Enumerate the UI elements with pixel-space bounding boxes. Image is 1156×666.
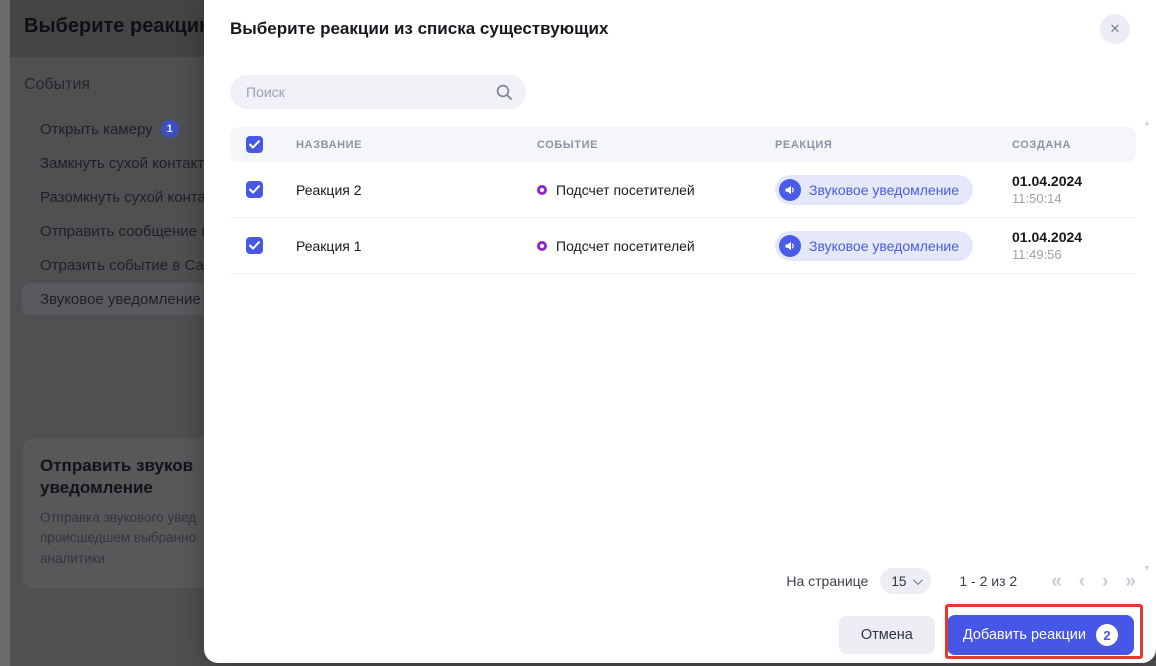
select-reactions-modal: Выберите реакции из списка существующих … <box>204 0 1156 663</box>
search-icon <box>495 83 513 101</box>
events-sidebar: Открыть камеру 1 Замкнуть сухой контакт … <box>0 112 204 316</box>
speaker-icon <box>779 235 801 257</box>
add-reactions-button[interactable]: Добавить реакции 2 <box>947 615 1134 655</box>
event-label: Подсчет посетителей <box>556 182 695 198</box>
close-icon: ✕ <box>1110 21 1121 37</box>
table-body: Реакция 2 Подсчет посетителей Звуковое у… <box>230 162 1136 274</box>
sidebar-item-label: Звуковое уведомление <box>40 291 201 308</box>
reaction-name: Реакция 2 <box>296 182 537 198</box>
search-input[interactable] <box>230 75 526 109</box>
event-circle-icon <box>537 185 547 195</box>
sidebar-item-close-dry-contact[interactable]: Замкнуть сухой контакт <box>0 146 204 180</box>
background-page-title: Выберите реакцию <box>24 15 204 38</box>
card-desc-line3: аналитики <box>40 549 204 569</box>
modal-title: Выберите реакции из списка существующих <box>230 0 608 57</box>
created-cell: 01.04.2024 11:50:14 <box>1012 173 1136 206</box>
close-button[interactable]: ✕ <box>1100 14 1130 44</box>
check-icon <box>249 241 260 250</box>
reaction-cell: Звуковое уведомление <box>775 175 1012 205</box>
last-page-icon[interactable]: » <box>1125 572 1136 591</box>
background-page: Выберите реакцию События Открыть камеру … <box>0 0 204 666</box>
pagination-bar: На странице 15 1 - 2 из 2 « ‹ › » <box>786 566 1136 596</box>
event-circle-icon <box>537 241 547 251</box>
count-badge: 1 <box>161 120 179 138</box>
created-date: 01.04.2024 <box>1012 229 1136 245</box>
sidebar-item-send-telegram[interactable]: Отправить сообщение в tele <box>0 214 204 248</box>
speaker-icon <box>779 179 801 201</box>
column-header-event: СОБЫТИЕ <box>537 139 775 151</box>
check-icon <box>249 140 260 149</box>
add-reactions-label: Добавить реакции <box>963 627 1086 643</box>
left-rail <box>0 0 10 666</box>
table-row[interactable]: Реакция 2 Подсчет посетителей Звуковое у… <box>230 162 1136 218</box>
event-cell: Подсчет посетителей <box>537 238 775 254</box>
card-desc-line2: происшедшем выбранно <box>40 528 204 548</box>
sound-notification-card[interactable]: Отправить звуков уведомление Отправка зв… <box>22 438 204 588</box>
next-page-icon[interactable]: › <box>1102 572 1108 591</box>
screen: Выберите реакцию События Открыть камеру … <box>0 0 1156 666</box>
reaction-name: Реакция 1 <box>296 238 537 254</box>
column-header-name: НАЗВАНИЕ <box>296 139 537 151</box>
sidebar-item-label: Замкнуть сухой контакт <box>40 155 204 172</box>
sidebar-item-open-dry-contact[interactable]: Разомкнуть сухой контакт <box>0 180 204 214</box>
prev-page-icon[interactable]: ‹ <box>1079 572 1085 591</box>
reaction-badge: Звуковое уведомление <box>775 175 973 205</box>
sidebar-item-label: Открыть камеру <box>40 121 153 138</box>
per-page-select[interactable]: 15 <box>880 568 931 594</box>
selected-count-badge: 2 <box>1096 624 1118 646</box>
event-label: Подсчет посетителей <box>556 238 695 254</box>
event-cell: Подсчет посетителей <box>537 182 775 198</box>
reaction-cell: Звуковое уведомление <box>775 231 1012 261</box>
table-header: НАЗВАНИЕ СОБЫТИЕ РЕАКЦИЯ СОЗДАНА <box>230 127 1136 162</box>
chevron-down-icon <box>913 575 923 585</box>
created-time: 11:50:14 <box>1012 191 1136 206</box>
pagination-arrows: « ‹ › » <box>1051 572 1136 591</box>
created-cell: 01.04.2024 11:49:56 <box>1012 229 1136 262</box>
per-page-value: 15 <box>891 574 906 589</box>
sidebar-item-label: Отразить событие в Сайдба <box>40 257 204 274</box>
created-time: 11:49:56 <box>1012 247 1136 262</box>
table-row[interactable]: Реакция 1 Подсчет посетителей Звуковое у… <box>230 218 1136 274</box>
search-box <box>230 75 526 109</box>
cancel-button[interactable]: Отмена <box>839 616 935 654</box>
sidebar-item-sound-notification[interactable]: Звуковое уведомление <box>0 282 204 316</box>
scroll-up-icon[interactable]: ▲ <box>1144 120 1151 127</box>
sidebar-item-label: Разомкнуть сухой контакт <box>40 189 204 206</box>
card-desc-line1: Отправка звукового увед <box>40 508 204 528</box>
scroll-down-icon[interactable]: ▼ <box>1144 565 1151 572</box>
row-checkbox[interactable] <box>246 181 263 198</box>
sidebar-item-label: Отправить сообщение в tele <box>40 223 204 240</box>
select-all-checkbox[interactable] <box>246 136 263 153</box>
pagination-range: 1 - 2 из 2 <box>959 573 1017 589</box>
check-icon <box>249 185 260 194</box>
reaction-badge-label: Звуковое уведомление <box>809 182 959 198</box>
first-page-icon[interactable]: « <box>1051 572 1062 591</box>
sidebar-item-open-camera[interactable]: Открыть камеру 1 <box>0 112 204 146</box>
reaction-badge: Звуковое уведомление <box>775 231 973 261</box>
sidebar-item-sidebar-event[interactable]: Отразить событие в Сайдба <box>0 248 204 282</box>
vertical-scrollbar[interactable]: ▲ ▼ <box>1141 120 1153 572</box>
column-header-reaction: РЕАКЦИЯ <box>775 139 1012 151</box>
card-title-line1: Отправить звуков <box>40 455 204 477</box>
row-checkbox[interactable] <box>246 237 263 254</box>
modal-footer: Отмена Добавить реакции 2 <box>204 607 1156 663</box>
column-header-created: СОЗДАНА <box>1012 139 1136 151</box>
events-section-label: События <box>24 76 90 94</box>
reaction-badge-label: Звуковое уведомление <box>809 238 959 254</box>
created-date: 01.04.2024 <box>1012 173 1136 189</box>
per-page-label: На странице <box>786 573 868 589</box>
card-title-line2: уведомление <box>40 477 204 499</box>
